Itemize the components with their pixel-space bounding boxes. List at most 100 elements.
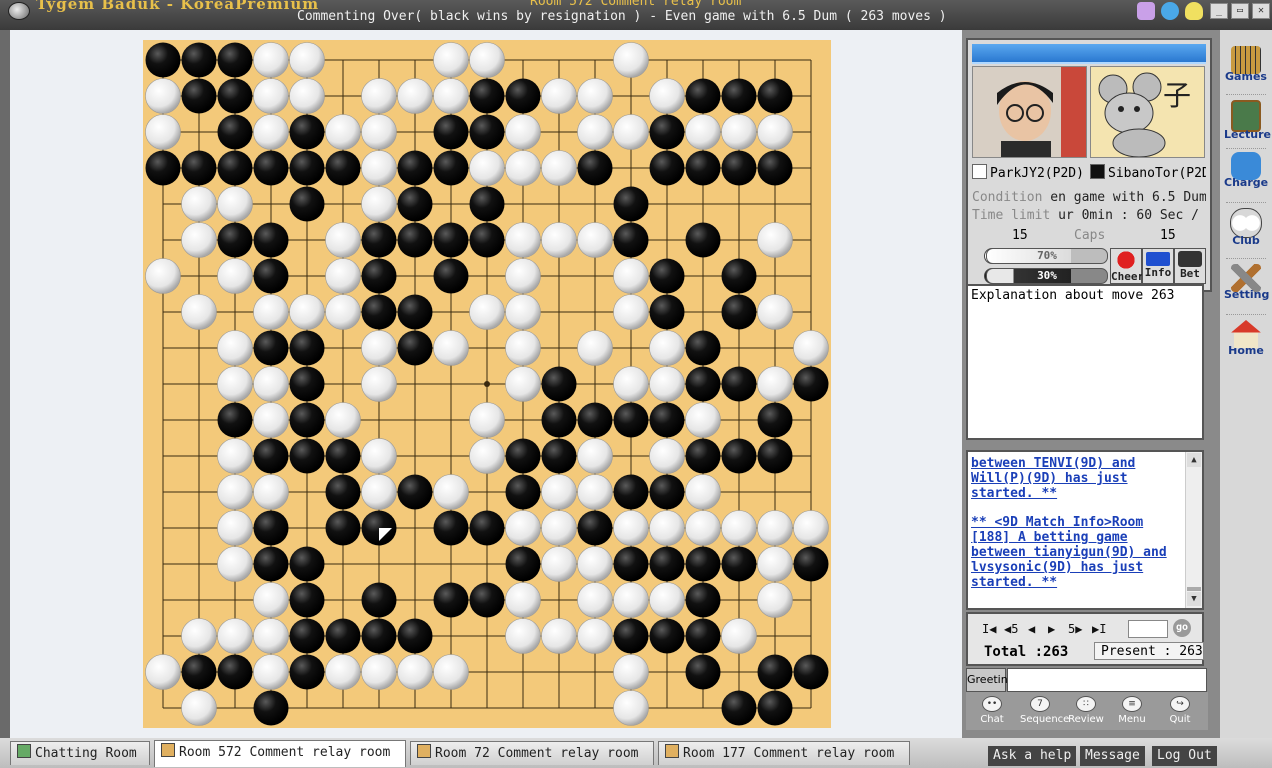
black-stone[interactable] xyxy=(253,510,289,546)
white-stone[interactable] xyxy=(469,402,505,438)
white-stone[interactable] xyxy=(757,366,793,402)
black-stone[interactable] xyxy=(757,690,793,726)
white-stone[interactable] xyxy=(217,618,253,654)
white-stone[interactable] xyxy=(289,42,325,78)
black-stone[interactable] xyxy=(613,546,649,582)
white-stone[interactable] xyxy=(721,618,757,654)
black-stone[interactable] xyxy=(145,42,181,78)
white-stone[interactable] xyxy=(253,582,289,618)
info-button[interactable]: Info xyxy=(1142,248,1174,284)
black-stone[interactable] xyxy=(757,438,793,474)
white-stone[interactable] xyxy=(217,438,253,474)
black-stone[interactable] xyxy=(721,690,757,726)
white-stone[interactable] xyxy=(649,438,685,474)
black-stone[interactable] xyxy=(433,582,469,618)
white-stone[interactable] xyxy=(433,330,469,366)
white-stone[interactable] xyxy=(613,690,649,726)
black-stone[interactable] xyxy=(433,222,469,258)
black-stone[interactable] xyxy=(397,330,433,366)
black-stone[interactable] xyxy=(541,438,577,474)
white-stone[interactable] xyxy=(361,186,397,222)
black-stone[interactable] xyxy=(685,222,721,258)
black-stone[interactable] xyxy=(289,654,325,690)
white-stone[interactable] xyxy=(613,510,649,546)
maximize-button[interactable]: ▭ xyxy=(1231,3,1249,19)
side-club-button[interactable]: Club xyxy=(1224,208,1268,252)
white-stone[interactable] xyxy=(181,222,217,258)
scroll-thumb[interactable] xyxy=(1187,587,1201,591)
white-stone[interactable] xyxy=(613,366,649,402)
white-stone[interactable] xyxy=(649,366,685,402)
black-stone[interactable] xyxy=(181,654,217,690)
white-stone[interactable] xyxy=(649,510,685,546)
white-stone[interactable] xyxy=(505,618,541,654)
black-stone[interactable] xyxy=(289,366,325,402)
black-stone[interactable] xyxy=(685,150,721,186)
black-stone[interactable] xyxy=(253,330,289,366)
black-stone[interactable] xyxy=(469,78,505,114)
black-stone[interactable] xyxy=(181,78,217,114)
chat-log[interactable]: between TENVI(9D) and Will(P)(9D) has ju… xyxy=(966,450,1204,610)
black-stone[interactable] xyxy=(541,366,577,402)
white-stone[interactable] xyxy=(361,78,397,114)
white-stone[interactable] xyxy=(649,582,685,618)
white-stone[interactable] xyxy=(217,474,253,510)
black-stone[interactable] xyxy=(721,546,757,582)
white-stone[interactable] xyxy=(505,366,541,402)
white-stone[interactable] xyxy=(649,78,685,114)
chat-message[interactable]: ** <9D Match Info>Room [188] A betting g… xyxy=(971,515,1181,590)
black-stone[interactable] xyxy=(721,150,757,186)
white-stone[interactable] xyxy=(361,150,397,186)
black-stone[interactable] xyxy=(217,402,253,438)
white-stone[interactable] xyxy=(181,690,217,726)
white-stone[interactable] xyxy=(577,438,613,474)
black-stone[interactable] xyxy=(793,654,829,690)
black-stone[interactable] xyxy=(361,294,397,330)
black-stone[interactable] xyxy=(397,150,433,186)
white-stone[interactable] xyxy=(577,582,613,618)
black-stone[interactable] xyxy=(685,438,721,474)
black-stone[interactable] xyxy=(325,150,361,186)
close-button[interactable]: ✕ xyxy=(1252,3,1270,19)
black-stone[interactable] xyxy=(253,546,289,582)
white-stone[interactable] xyxy=(505,114,541,150)
chat-scrollbar[interactable]: ▲ ▼ xyxy=(1185,452,1202,608)
black-stone[interactable] xyxy=(721,78,757,114)
black-stone[interactable] xyxy=(613,222,649,258)
player-white-label[interactable]: ParkJY2(P2D) xyxy=(972,164,1088,181)
white-stone[interactable] xyxy=(505,150,541,186)
white-stone[interactable] xyxy=(613,294,649,330)
white-stone[interactable] xyxy=(361,330,397,366)
side-setting-button[interactable]: Setting xyxy=(1224,264,1269,308)
black-stone[interactable] xyxy=(325,474,361,510)
white-stone[interactable] xyxy=(613,114,649,150)
white-stone[interactable] xyxy=(685,474,721,510)
white-stone[interactable] xyxy=(469,438,505,474)
black-stone[interactable] xyxy=(325,510,361,546)
white-stone[interactable] xyxy=(793,330,829,366)
white-stone[interactable] xyxy=(325,258,361,294)
black-stone[interactable] xyxy=(649,150,685,186)
black-stone[interactable] xyxy=(469,114,505,150)
chat-tool-button[interactable]: •• Chat xyxy=(972,694,1012,725)
greeting-button[interactable]: Greeting xyxy=(966,668,1015,692)
white-stone[interactable] xyxy=(613,582,649,618)
move-number-input[interactable] xyxy=(1128,620,1168,638)
black-stone[interactable] xyxy=(397,618,433,654)
menu-tool-button[interactable]: ≡ Menu xyxy=(1112,694,1152,725)
white-stone[interactable] xyxy=(577,78,613,114)
white-stone[interactable] xyxy=(685,114,721,150)
black-stone[interactable] xyxy=(289,402,325,438)
black-stone[interactable] xyxy=(757,402,793,438)
quit-tool-button[interactable]: ↪ Quit xyxy=(1160,694,1200,725)
black-stone[interactable] xyxy=(433,258,469,294)
white-stone[interactable] xyxy=(469,294,505,330)
review-tool-button[interactable]: ∷ Review xyxy=(1066,694,1106,725)
black-stone[interactable] xyxy=(217,222,253,258)
black-stone[interactable] xyxy=(361,618,397,654)
black-stone[interactable] xyxy=(361,258,397,294)
white-stone[interactable] xyxy=(577,330,613,366)
black-stone[interactable] xyxy=(685,654,721,690)
white-stone[interactable] xyxy=(217,546,253,582)
tab-room-572[interactable]: Room 572 Comment relay room xyxy=(154,740,406,767)
